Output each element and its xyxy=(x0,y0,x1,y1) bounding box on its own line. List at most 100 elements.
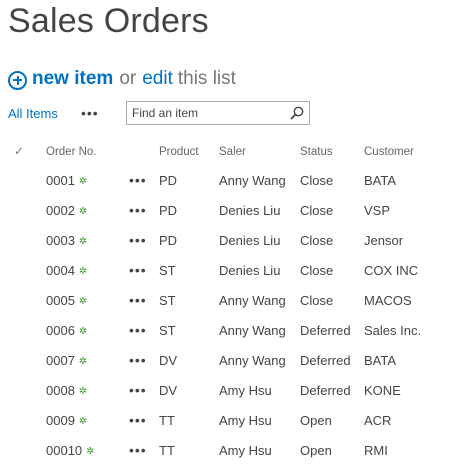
view-more-button[interactable]: ••• xyxy=(81,105,99,121)
new-item-icon: ✲ xyxy=(78,416,88,427)
new-item-icon: ✲ xyxy=(78,176,88,187)
order-number-text[interactable]: 0009 xyxy=(46,413,75,428)
new-item-icon: ✲ xyxy=(78,206,88,217)
order-number-text[interactable]: 0007 xyxy=(46,353,75,368)
table-row[interactable]: 0008 ✲ ••• DV Amy Hsu Deferred KONE xyxy=(0,376,473,406)
table-row[interactable]: 0009 ✲ ••• TT Amy Hsu Open ACR xyxy=(0,406,473,436)
new-item-icon: ✲ xyxy=(78,356,88,367)
order-number-cell[interactable]: 0002 ✲ xyxy=(46,203,87,218)
row-menu-button[interactable]: ••• xyxy=(129,352,147,368)
table-row[interactable]: 0007 ✲ ••• DV Anny Wang Deferred BATA xyxy=(0,346,473,376)
order-number-cell[interactable]: 0009 ✲ xyxy=(46,413,87,428)
customer-cell: Jensor xyxy=(364,233,404,248)
table-row[interactable]: 0002 ✲ ••• PD Denies Liu Close VSP xyxy=(0,196,473,226)
order-number-cell[interactable]: 0003 ✲ xyxy=(46,233,87,248)
view-all-items-tab[interactable]: All Items xyxy=(8,106,58,121)
status-cell: Deferred xyxy=(300,353,351,368)
saler-cell: Anny Wang xyxy=(219,293,286,308)
or-text: or xyxy=(119,68,137,89)
table-row[interactable]: 0006 ✲ ••• ST Anny Wang Deferred Sales Inc. xyxy=(0,316,473,346)
row-menu-button[interactable]: ••• xyxy=(129,382,147,398)
column-header-status[interactable]: Status xyxy=(300,146,333,158)
order-number-text[interactable]: 0001 xyxy=(46,173,75,188)
status-cell: Open xyxy=(300,413,332,428)
page-title: Sales Orders xyxy=(8,2,209,40)
product-cell: TT xyxy=(159,413,175,428)
status-cell: Open xyxy=(300,443,332,458)
edit-link[interactable]: edit xyxy=(142,68,173,90)
search-box xyxy=(126,101,310,125)
customer-cell: MACOS xyxy=(364,293,412,308)
new-item-link[interactable]: new item xyxy=(32,68,113,90)
customer-cell: BATA xyxy=(364,173,397,188)
status-cell: Close xyxy=(300,293,334,308)
saler-cell: Denies Liu xyxy=(219,203,281,218)
product-cell: PD xyxy=(159,173,178,188)
this-list-text: this list xyxy=(177,68,236,89)
table-row[interactable]: 00010 ✲ ••• TT Amy Hsu Open RMI xyxy=(0,436,473,466)
customer-cell: BATA xyxy=(364,353,397,368)
product-cell: PD xyxy=(159,233,178,248)
saler-cell: Amy Hsu xyxy=(219,413,272,428)
order-number-cell[interactable]: 0005 ✲ xyxy=(46,293,87,308)
row-menu-button[interactable]: ••• xyxy=(129,322,147,338)
order-number-cell[interactable]: 0007 ✲ xyxy=(46,353,87,368)
row-menu-button[interactable]: ••• xyxy=(129,202,147,218)
customer-cell: KONE xyxy=(364,383,401,398)
order-number-text[interactable]: 0004 xyxy=(46,263,75,278)
select-all-checkmark-icon[interactable]: ✓ xyxy=(14,144,24,158)
product-cell: DV xyxy=(159,383,178,398)
order-number-text[interactable]: 00010 xyxy=(46,443,82,458)
customer-cell: Sales Inc. xyxy=(364,323,422,338)
column-header-customer[interactable]: Customer xyxy=(364,146,414,158)
customer-cell: ACR xyxy=(364,413,392,428)
row-menu-button[interactable]: ••• xyxy=(129,292,147,308)
column-header-saler[interactable]: Saler xyxy=(219,146,246,158)
table-row[interactable]: 0005 ✲ ••• ST Anny Wang Close MACOS xyxy=(0,286,473,316)
saler-cell: Amy Hsu xyxy=(219,383,272,398)
row-menu-button[interactable]: ••• xyxy=(129,412,147,428)
product-cell: DV xyxy=(159,353,178,368)
search-input[interactable] xyxy=(132,105,282,121)
view-selector: All Items ••• xyxy=(8,101,98,125)
status-cell: Close xyxy=(300,263,334,278)
order-number-cell[interactable]: 0008 ✲ xyxy=(46,383,87,398)
table-row[interactable]: 0004 ✲ ••• ST Denies Liu Close COX INC xyxy=(0,256,473,286)
table-row[interactable]: 0003 ✲ ••• PD Denies Liu Close Jensor xyxy=(0,226,473,256)
order-number-text[interactable]: 0003 xyxy=(46,233,75,248)
new-item-icon: ✲ xyxy=(78,236,88,247)
new-item-bar: new item or edit this list xyxy=(8,68,236,90)
order-number-text[interactable]: 0002 xyxy=(46,203,75,218)
table-row[interactable]: 0001 ✲ ••• PD Anny Wang Close BATA xyxy=(0,166,473,196)
order-number-cell[interactable]: 0004 ✲ xyxy=(46,263,87,278)
row-menu-button[interactable]: ••• xyxy=(129,442,147,458)
order-number-cell[interactable]: 0001 ✲ xyxy=(46,173,87,188)
row-menu-button[interactable]: ••• xyxy=(129,172,147,188)
status-cell: Deferred xyxy=(300,383,351,398)
order-number-text[interactable]: 0006 xyxy=(46,323,75,338)
new-item-icon: ✲ xyxy=(78,296,88,307)
status-cell: Deferred xyxy=(300,323,351,338)
add-circle-icon[interactable] xyxy=(8,70,27,90)
product-cell: ST xyxy=(159,323,176,338)
new-item-icon: ✲ xyxy=(78,386,88,397)
customer-cell: COX INC xyxy=(364,263,419,278)
new-item-icon: ✲ xyxy=(86,446,95,457)
saler-cell: Anny Wang xyxy=(219,323,286,338)
row-menu-button[interactable]: ••• xyxy=(129,262,147,278)
product-cell: ST xyxy=(159,293,176,308)
order-number-text[interactable]: 0008 xyxy=(46,383,75,398)
column-header-product[interactable]: Product xyxy=(159,146,199,158)
saler-cell: Anny Wang xyxy=(219,173,286,188)
order-number-text[interactable]: 0005 xyxy=(46,293,75,308)
column-header-order-no[interactable]: Order No. xyxy=(46,146,97,158)
order-number-cell[interactable]: 00010 ✲ xyxy=(46,443,95,458)
order-number-cell[interactable]: 0006 ✲ xyxy=(46,323,87,338)
status-cell: Close xyxy=(300,173,334,188)
new-item-icon: ✲ xyxy=(78,266,88,277)
search-icon[interactable] xyxy=(289,105,305,121)
status-cell: Close xyxy=(300,233,334,248)
column-header-row: ✓ Order No. Product Saler Status Custome… xyxy=(0,142,473,164)
row-menu-button[interactable]: ••• xyxy=(129,232,147,248)
saler-cell: Anny Wang xyxy=(219,353,286,368)
